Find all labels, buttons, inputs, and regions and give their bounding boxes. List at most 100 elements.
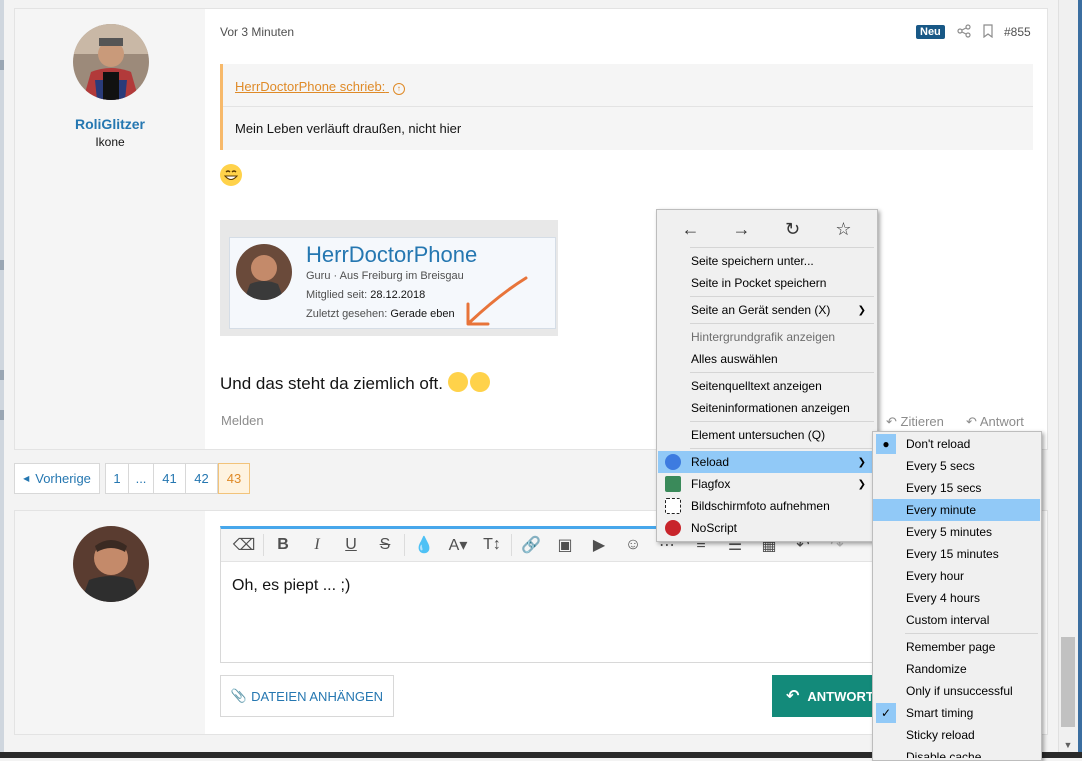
menu-screenshot[interactable]: Bildschirmfoto aufnehmen — [658, 495, 876, 517]
submenu-arrow-icon: ❯ — [857, 304, 866, 316]
strikethrough-icon[interactable]: S — [368, 531, 402, 559]
screenshot-icon — [665, 498, 681, 514]
menu-reload-addon[interactable]: Reload ❯ — [658, 451, 876, 473]
reload-addon-icon — [665, 454, 681, 470]
report-link[interactable]: Melden — [221, 413, 264, 428]
forward-arrow-icon[interactable]: → — [728, 219, 756, 240]
selected-bullet-icon: ● — [876, 434, 896, 454]
bookmark-star-icon[interactable]: ☆ — [830, 219, 858, 240]
link-icon[interactable]: 🔗 — [514, 531, 548, 559]
menu-flagfox[interactable]: Flagfox ❯ — [658, 473, 876, 495]
arrow-annotation — [460, 274, 532, 333]
reload-option-every-hour[interactable]: Every hour — [873, 565, 1040, 587]
quote-jump-icon[interactable]: ↑ — [392, 83, 405, 95]
reload-option-every-minute[interactable]: Every minute — [873, 499, 1040, 521]
reload-icon[interactable]: ↻ — [779, 219, 807, 240]
new-badge: Neu — [916, 25, 945, 39]
current-page[interactable]: 43 — [218, 463, 250, 494]
menu-view-background: Hintergrundgrafik anzeigen — [691, 330, 836, 344]
menu-noscript[interactable]: NoScript — [658, 517, 876, 539]
reply-action-icon: ↶ — [966, 414, 977, 429]
reload-option-sticky-reload[interactable]: Sticky reload — [873, 724, 1040, 746]
reload-option-remember-page[interactable]: Remember page — [873, 636, 1040, 658]
font-size-icon[interactable]: T↕ — [475, 531, 509, 559]
page-link[interactable]: 41 — [153, 463, 186, 494]
context-nav-bar: ← → ↻ ☆ — [657, 210, 877, 248]
author-avatar[interactable] — [73, 24, 149, 100]
page-link[interactable]: 42 — [185, 463, 218, 494]
menu-separator — [905, 633, 1038, 634]
paperclip-icon: 📎 — [230, 688, 248, 703]
quote-action[interactable]: ↶ Zitieren — [886, 414, 944, 430]
author-title: Ikone — [95, 135, 125, 149]
current-user-avatar[interactable] — [73, 526, 149, 602]
reload-option-smart-timing[interactable]: ✓ Smart timing — [873, 702, 1040, 724]
card-username: HerrDoctorPhone — [306, 242, 478, 267]
share-icon[interactable] — [957, 24, 971, 38]
reply-arrow-icon: ↶ — [786, 688, 800, 705]
post-number[interactable]: #855 — [1004, 25, 1031, 39]
quote-author-label: HerrDoctorPhone schrieb: — [235, 79, 386, 94]
reload-option-only-if-unsuccessful[interactable]: Only if unsuccessful — [873, 680, 1040, 702]
checkmark-icon: ✓ — [876, 703, 896, 723]
reload-option-15-minutes[interactable]: Every 15 minutes — [873, 543, 1040, 565]
reload-option-5-secs[interactable]: Every 5 secs — [873, 455, 1040, 477]
card-last-seen-label: Zuletzt gesehen: — [306, 308, 388, 320]
window-left-edge — [0, 0, 4, 758]
page-link[interactable]: 1 — [105, 463, 129, 494]
menu-inspect-element[interactable]: Element untersuchen (Q) — [658, 424, 876, 446]
reload-option-4-hours[interactable]: Every 4 hours — [873, 587, 1040, 609]
menu-save-to-pocket[interactable]: Seite in Pocket speichern — [658, 272, 876, 294]
reply-action-label: Antwort — [979, 414, 1024, 429]
author-username[interactable]: RoliGlitzer — [15, 116, 205, 132]
card-member-since: Mitglied seit: 28.12.2018 — [306, 289, 425, 301]
menu-view-source[interactable]: Seitenquelltext anzeigen — [658, 375, 876, 397]
scroll-down-icon[interactable]: ▼ — [1061, 740, 1075, 752]
card-avatar — [236, 244, 292, 300]
reload-option-randomize[interactable]: Randomize — [873, 658, 1040, 680]
media-icon[interactable]: ▶ — [582, 531, 616, 559]
quote-divider — [223, 106, 1033, 107]
menu-select-all[interactable]: Alles auswählen — [658, 348, 876, 370]
menu-save-page[interactable]: Seite speichern unter... — [658, 250, 876, 272]
font-family-icon[interactable]: A▾ — [441, 531, 475, 559]
card-last-seen-value: Gerade eben — [390, 308, 455, 320]
smiley-icon[interactable]: ☺ — [616, 531, 650, 559]
menu-separator — [690, 372, 874, 373]
bookmark-icon[interactable] — [981, 24, 995, 39]
underline-icon[interactable]: U — [334, 531, 368, 559]
tears-of-joy-emoji — [469, 372, 490, 392]
scrollbar-thumb[interactable] — [1061, 637, 1075, 727]
text-color-icon[interactable]: 💧 — [407, 531, 441, 559]
reload-option-5-minutes[interactable]: Every 5 minutes — [873, 521, 1040, 543]
grin-emoji — [220, 164, 242, 189]
submit-reply-button[interactable]: ↶ ANTWORT — [772, 675, 876, 717]
quote-author-link[interactable]: HerrDoctorPhone schrieb: ↑ — [235, 79, 405, 95]
reply-action[interactable]: ↶ Antwort — [966, 414, 1024, 430]
menu-page-info[interactable]: Seiteninformationen anzeigen — [658, 397, 876, 419]
menu-send-to-device[interactable]: Seite an Gerät senden (X) ❯ — [658, 299, 876, 321]
quote-action-label: Zitieren — [900, 414, 944, 429]
previous-page-button[interactable]: ◀ Vorherige — [14, 463, 100, 494]
italic-icon[interactable]: I — [300, 531, 334, 559]
reload-option-disable-cache[interactable]: Disable cache — [873, 746, 1040, 758]
window-right-edge — [1078, 0, 1082, 758]
post-timestamp[interactable]: Vor 3 Minuten — [220, 25, 294, 39]
post-body-text: Und das steht da ziemlich oft. — [220, 372, 490, 394]
back-arrow-icon[interactable]: ← — [677, 219, 705, 240]
quote-text: Mein Leben verläuft draußen, nicht hier — [235, 121, 462, 136]
crazy-face-emoji — [447, 372, 468, 392]
card-line-title: Guru · Aus Freiburg im Breisgau — [306, 270, 464, 282]
image-icon[interactable]: ▣ — [548, 531, 582, 559]
quote-action-icon: ↶ — [886, 414, 897, 429]
bold-icon[interactable]: B — [266, 531, 300, 559]
editor-content[interactable]: Oh, es piept ... ;) — [232, 577, 350, 595]
eraser-icon[interactable]: ⌫ — [227, 531, 261, 559]
page-ellipsis[interactable]: ... — [128, 463, 154, 494]
submenu-arrow-icon: ❯ — [857, 478, 866, 490]
reload-option-15-secs[interactable]: Every 15 secs — [873, 477, 1040, 499]
attach-files-button[interactable]: 📎 DATEIEN ANHÄNGEN — [220, 675, 394, 717]
chevron-left-icon: ◀ — [23, 474, 30, 483]
reload-option-dont-reload[interactable]: ● Don't reload — [873, 433, 1040, 455]
reload-option-custom-interval[interactable]: Custom interval — [873, 609, 1040, 631]
